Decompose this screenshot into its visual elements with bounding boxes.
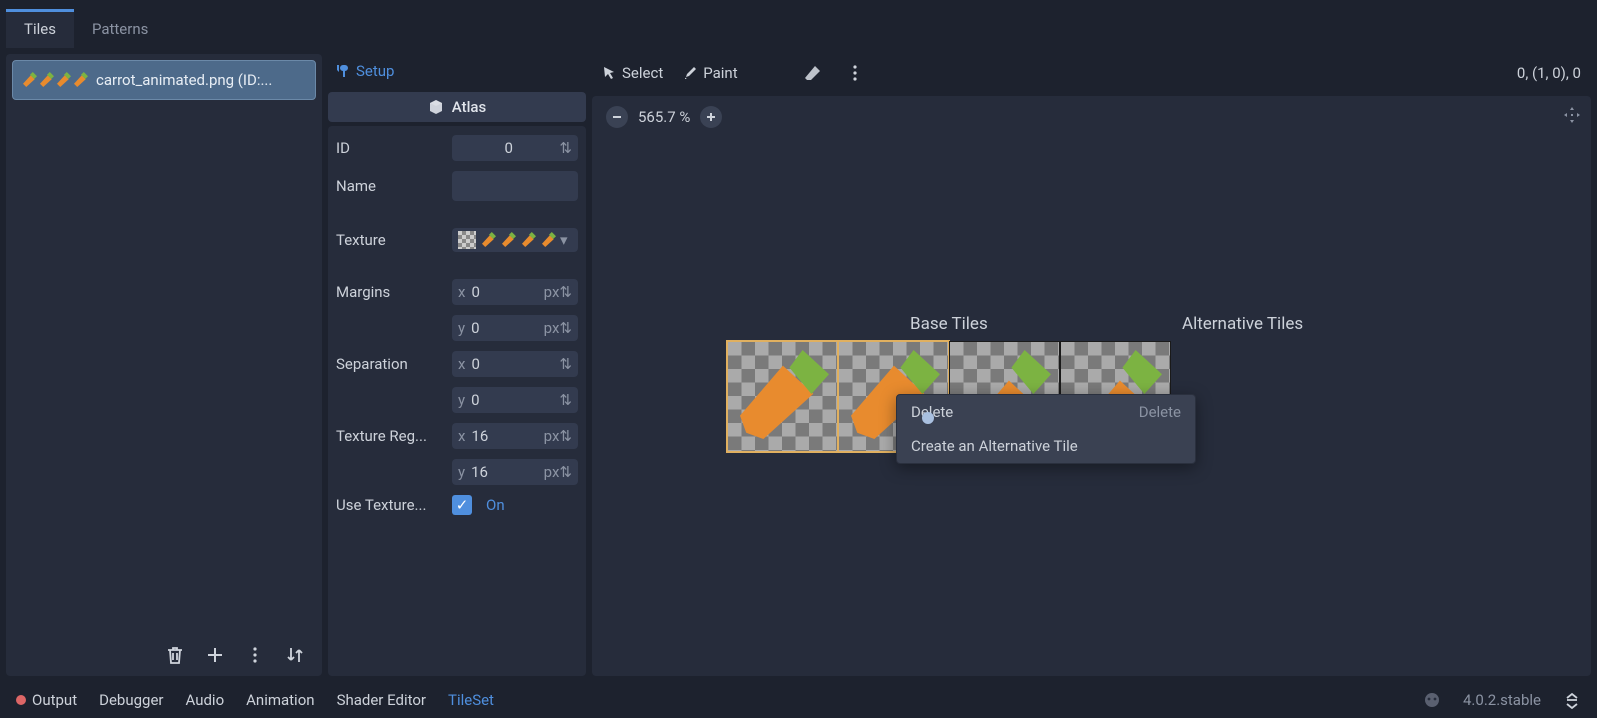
atlas-properties: ID 0 ⇅ Name Texture bbox=[328, 126, 586, 676]
sort-button[interactable] bbox=[284, 644, 306, 666]
use-texture-state: On bbox=[486, 496, 505, 514]
viewport-more-button[interactable] bbox=[844, 62, 866, 84]
texture-thumb-icon bbox=[480, 232, 496, 248]
bottom-tab-audio[interactable]: Audio bbox=[185, 691, 224, 709]
box-icon bbox=[428, 99, 444, 115]
margins-x-field[interactable]: x0px⇅ bbox=[452, 279, 578, 305]
alternative-tiles-label: Alternative Tiles bbox=[1182, 314, 1303, 334]
stepper-icon: ⇅ bbox=[559, 139, 572, 157]
texture-label: Texture bbox=[336, 231, 446, 249]
texture-picker[interactable]: ▾ bbox=[452, 228, 578, 252]
region-y-field[interactable]: y16px⇅ bbox=[452, 459, 578, 485]
use-texture-label: Use Texture... bbox=[336, 496, 446, 514]
chevron-down-icon: ▾ bbox=[560, 231, 568, 249]
delete-source-button[interactable] bbox=[164, 644, 186, 666]
inspector-mode-bar: Setup bbox=[328, 54, 586, 88]
reg-y-value: 16 bbox=[471, 463, 544, 481]
zoom-in-button[interactable] bbox=[700, 106, 722, 128]
bottom-tab-shader[interactable]: Shader Editor bbox=[337, 691, 426, 709]
source-more-button[interactable] bbox=[244, 644, 266, 666]
unit-label: px bbox=[544, 319, 560, 337]
texture-thumb-icon bbox=[500, 232, 516, 248]
mode-paint-label: Paint bbox=[703, 64, 737, 82]
id-label: ID bbox=[336, 139, 446, 157]
add-source-button[interactable] bbox=[204, 644, 226, 666]
separation-x-field[interactable]: x0⇅ bbox=[452, 351, 578, 377]
viewport-column: Select Paint 0, (1, 0), 0 bbox=[592, 54, 1591, 676]
mode-select[interactable]: Select bbox=[602, 64, 663, 82]
name-label: Name bbox=[336, 177, 446, 195]
cursor-indicator bbox=[922, 412, 934, 424]
texture-thumb-icon bbox=[540, 232, 556, 248]
coordinate-readout: 0, (1, 0), 0 bbox=[1517, 64, 1581, 82]
source-panel: carrot_animated.png (ID:... bbox=[6, 54, 322, 676]
source-item[interactable]: carrot_animated.png (ID:... bbox=[12, 60, 316, 100]
margins-y-field[interactable]: y0px⇅ bbox=[452, 315, 578, 341]
use-texture-checkbox[interactable]: ✓ bbox=[452, 495, 472, 515]
source-thumbnail bbox=[21, 72, 88, 88]
zoom-out-button[interactable] bbox=[606, 106, 628, 128]
zoom-level: 565.7 % bbox=[638, 108, 690, 126]
unit-label: px bbox=[544, 283, 560, 301]
texture-thumb-icon bbox=[520, 232, 536, 248]
tile-viewport[interactable]: 565.7 % Base Tiles Alternative Tiles bbox=[592, 96, 1591, 676]
source-list[interactable]: carrot_animated.png (ID:... bbox=[6, 54, 322, 634]
separation-label: Separation bbox=[336, 355, 446, 373]
tile-cell[interactable] bbox=[727, 341, 838, 452]
bottom-tab-debugger[interactable]: Debugger bbox=[99, 691, 163, 709]
id-field[interactable]: 0 ⇅ bbox=[452, 135, 578, 161]
atlas-header-label: Atlas bbox=[452, 98, 486, 116]
top-tab-bar: Tiles Patterns bbox=[0, 0, 1597, 48]
name-field[interactable] bbox=[452, 171, 578, 201]
zoom-controls: 565.7 % bbox=[606, 106, 722, 128]
separation-y-field[interactable]: y0⇅ bbox=[452, 387, 578, 413]
id-value: 0 bbox=[458, 139, 559, 157]
context-menu: Delete Delete Create an Alternative Tile bbox=[896, 394, 1196, 464]
context-menu-create-alternative[interactable]: Create an Alternative Tile bbox=[897, 429, 1195, 463]
unit-label: px bbox=[544, 463, 560, 481]
context-menu-hint: Delete bbox=[1139, 403, 1181, 421]
inspector-column: Setup Atlas ID 0 ⇅ Name bbox=[328, 54, 586, 676]
margins-y-value: 0 bbox=[471, 319, 544, 337]
checker-icon bbox=[458, 231, 476, 249]
mode-setup-label: Setup bbox=[356, 62, 394, 80]
margins-label: Margins bbox=[336, 283, 446, 301]
sep-y-value: 0 bbox=[471, 391, 559, 409]
region-label: Texture Reg... bbox=[336, 427, 446, 445]
mode-paint[interactable]: Paint bbox=[683, 64, 737, 82]
sep-x-value: 0 bbox=[471, 355, 559, 373]
source-item-label: carrot_animated.png (ID:... bbox=[96, 71, 272, 89]
bottom-dock: Output Debugger Audio Animation Shader E… bbox=[0, 682, 1597, 718]
eraser-button[interactable] bbox=[802, 62, 824, 84]
reg-x-value: 16 bbox=[471, 427, 543, 445]
base-tiles-label: Base Tiles bbox=[910, 314, 988, 334]
tab-patterns[interactable]: Patterns bbox=[74, 12, 166, 48]
viewport-top-bar: Select Paint 0, (1, 0), 0 bbox=[592, 54, 1591, 92]
atlas-header: Atlas bbox=[328, 92, 586, 122]
move-handle-icon[interactable] bbox=[1563, 106, 1581, 124]
version-label: 4.0.2.stable bbox=[1463, 691, 1541, 709]
bottom-tab-tileset[interactable]: TileSet bbox=[448, 691, 494, 709]
mode-select-label: Select bbox=[622, 64, 663, 82]
bottom-tab-output[interactable]: Output bbox=[32, 691, 77, 709]
tab-tiles[interactable]: Tiles bbox=[6, 9, 74, 48]
margins-x-value: 0 bbox=[471, 283, 543, 301]
source-toolbar bbox=[6, 634, 322, 676]
bottom-tab-animation[interactable]: Animation bbox=[246, 691, 314, 709]
output-indicator-icon bbox=[16, 695, 26, 705]
expand-dock-button[interactable] bbox=[1563, 691, 1581, 709]
unit-label: px bbox=[544, 427, 560, 445]
region-x-field[interactable]: x16px⇅ bbox=[452, 423, 578, 449]
mode-setup[interactable]: Setup bbox=[334, 62, 394, 80]
engine-icon bbox=[1423, 691, 1441, 709]
